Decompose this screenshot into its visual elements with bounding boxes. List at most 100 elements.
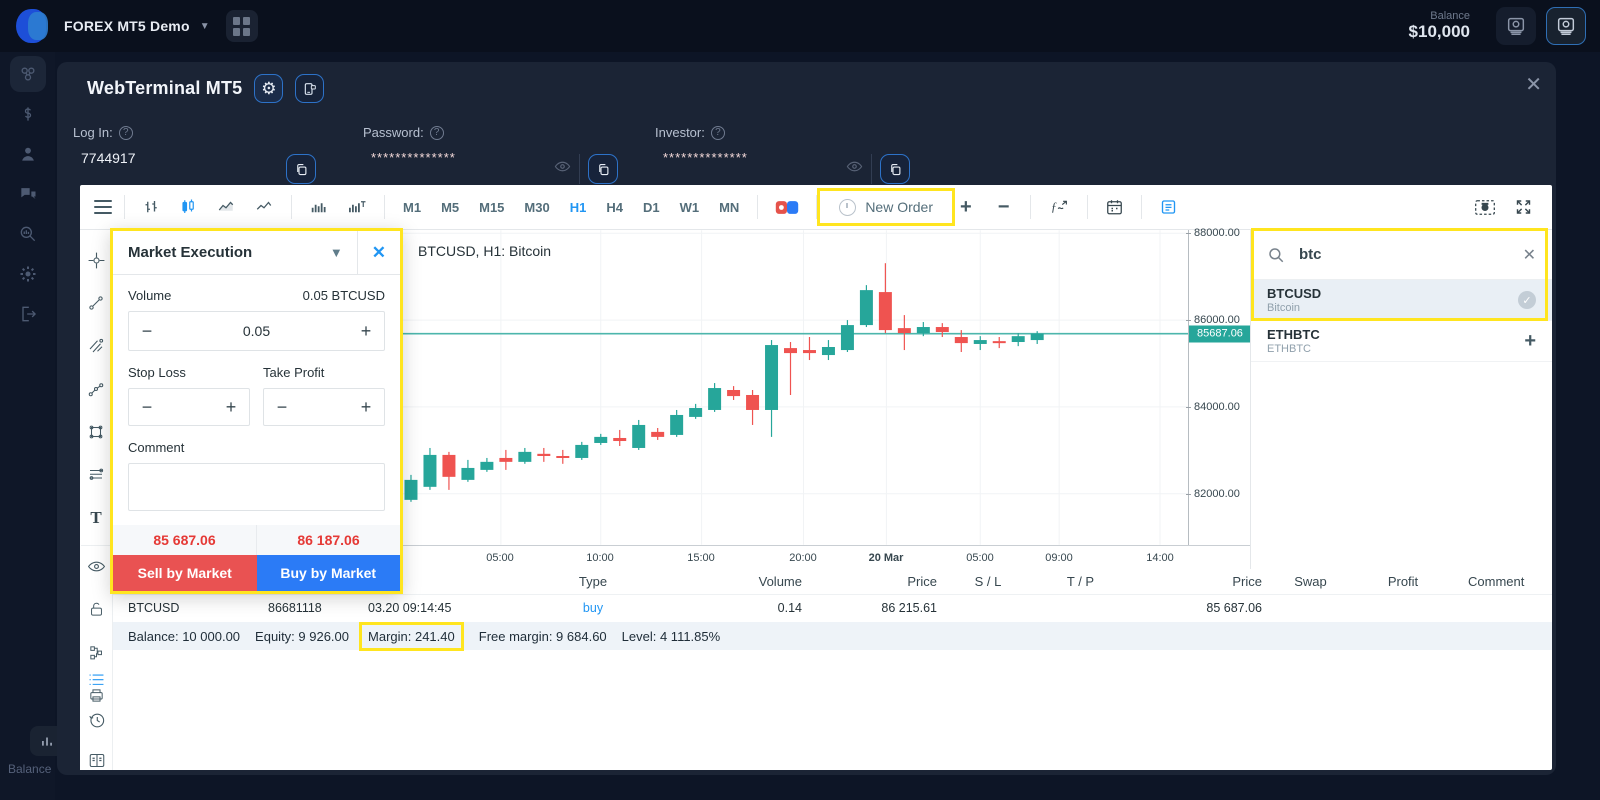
chart-type-line-button[interactable]: [245, 185, 283, 229]
help-icon[interactable]: ?: [711, 126, 725, 140]
chart-type-candles-button[interactable]: [170, 185, 207, 229]
indicators-button[interactable]: ƒ: [1039, 185, 1079, 229]
one-click-trading-button[interactable]: [766, 185, 808, 229]
price-axis[interactable]: 88000.0086000.0084000.0082000.0085687.06: [1188, 230, 1250, 545]
deposit-button[interactable]: [1496, 7, 1536, 45]
column-header-profit[interactable]: Profit: [1353, 574, 1453, 589]
column-header-comment[interactable]: Comment: [1453, 574, 1543, 589]
sidebar-item-analytics[interactable]: [10, 216, 46, 252]
chart-type-area-button[interactable]: [207, 185, 245, 229]
comment-input[interactable]: [128, 463, 385, 511]
timeframe-M5[interactable]: M5: [431, 200, 469, 215]
watchlist-item-BTCUSD[interactable]: BTCUSDBitcoin✓: [1251, 280, 1552, 321]
column-header-price[interactable]: Price: [1128, 574, 1268, 589]
account-dropdown-caret-icon[interactable]: ▼: [200, 21, 210, 32]
volume-plus-button[interactable]: +: [348, 321, 384, 342]
password-input[interactable]: **************: [361, 150, 546, 188]
timeframe-M1[interactable]: M1: [393, 200, 431, 215]
current-price-tag: 85687.06: [1189, 325, 1251, 342]
clear-search-icon[interactable]: ✕: [1523, 245, 1536, 265]
column-header-tp[interactable]: T / P: [1033, 574, 1128, 589]
timeframe-M30[interactable]: M30: [514, 200, 559, 215]
login-input[interactable]: 7744917: [71, 150, 286, 188]
timeframe-H1[interactable]: H1: [560, 200, 597, 215]
timeframe-D1[interactable]: D1: [633, 200, 670, 215]
polyline-tool[interactable]: [83, 376, 109, 402]
timeframe-W1[interactable]: W1: [670, 200, 710, 215]
new-order-button[interactable]: New Order: [825, 185, 947, 229]
search-input[interactable]: btc: [1299, 246, 1523, 263]
fullscreen-button[interactable]: [1505, 185, 1542, 229]
sidebar-item-trading[interactable]: [10, 56, 46, 92]
volume-value[interactable]: 0.05: [243, 323, 270, 339]
candlestick-chart[interactable]: [400, 230, 1188, 545]
chart-type-bars-button[interactable]: [133, 185, 170, 229]
lock-tool[interactable]: [83, 596, 109, 622]
copy-password-button[interactable]: [588, 154, 618, 184]
copy-investor-button[interactable]: [880, 154, 910, 184]
volume-minus-button[interactable]: −: [129, 321, 165, 342]
axis-corner: [1188, 545, 1250, 569]
close-dialog-icon[interactable]: ✕: [357, 231, 386, 275]
password-field-group: Password:? **************: [361, 117, 643, 188]
add-symbol-icon[interactable]: +: [1524, 330, 1536, 353]
visibility-tool[interactable]: [81, 545, 111, 579]
volumes-button[interactable]: [300, 185, 337, 229]
sidebar-item-finance[interactable]: [10, 96, 46, 132]
tp-plus-button[interactable]: +: [348, 397, 384, 418]
investor-input[interactable]: **************: [653, 150, 838, 188]
column-header-type[interactable]: Type: [513, 574, 673, 589]
zoom-in-button[interactable]: +: [947, 196, 985, 219]
shapes-tool[interactable]: [83, 419, 109, 445]
help-icon[interactable]: ?: [430, 126, 444, 140]
journal-tab[interactable]: [84, 747, 110, 773]
balance-block: Balance $10,000: [1409, 10, 1470, 42]
help-icon[interactable]: ?: [119, 126, 133, 140]
channel-tool[interactable]: [83, 333, 109, 359]
show-investor-icon[interactable]: [846, 158, 863, 180]
trendline-tool[interactable]: [83, 290, 109, 316]
copy-login-button[interactable]: [286, 154, 316, 184]
tp-minus-button[interactable]: −: [264, 397, 300, 418]
zoom-out-button[interactable]: −: [985, 196, 1023, 219]
history-tab[interactable]: [84, 707, 110, 733]
symbol-search[interactable]: btc ✕: [1251, 230, 1552, 280]
timeframe-MN[interactable]: MN: [709, 200, 749, 215]
news-button[interactable]: [1150, 185, 1187, 229]
screenshot-button[interactable]: [1465, 185, 1505, 229]
menu-button[interactable]: [94, 197, 112, 218]
column-header-swap[interactable]: Swap: [1268, 574, 1353, 589]
sl-plus-button[interactable]: +: [213, 397, 249, 418]
order-type-select[interactable]: Market Execution: [128, 244, 330, 261]
watchlist-item-ETHBTC[interactable]: ETHBTCETHBTC+: [1251, 321, 1552, 362]
price-tick: 88000.00: [1194, 227, 1240, 239]
column-header-volume[interactable]: Volume: [673, 574, 808, 589]
withdraw-button[interactable]: [1546, 7, 1586, 45]
calendar-button[interactable]: [1096, 185, 1133, 229]
sl-minus-button[interactable]: −: [129, 397, 165, 418]
sidebar-item-logout[interactable]: [10, 296, 46, 332]
terminal-settings-button[interactable]: ⚙: [254, 74, 283, 103]
sidebar-item-profile[interactable]: [10, 136, 46, 172]
position-cell: buy: [513, 601, 673, 615]
column-header-sl[interactable]: S / L: [943, 574, 1033, 589]
sell-by-market-button[interactable]: Sell by Market: [113, 555, 257, 591]
sidebar-item-settings[interactable]: [10, 256, 46, 292]
time-axis[interactable]: 05:0010:0015:0020:0020 Mar05:0009:0014:0…: [400, 545, 1188, 569]
text-tool[interactable]: T: [83, 505, 109, 531]
open-on-device-button[interactable]: [295, 74, 324, 103]
modal-close-icon[interactable]: ✕: [1525, 72, 1542, 97]
sidebar-item-support-chat[interactable]: [10, 176, 46, 212]
tick-volumes-button[interactable]: [337, 185, 376, 229]
timeframe-M15[interactable]: M15: [469, 200, 514, 215]
timeframe-H4[interactable]: H4: [596, 200, 633, 215]
fibonacci-tool[interactable]: [83, 462, 109, 488]
buy-by-market-button[interactable]: Buy by Market: [257, 555, 401, 591]
show-password-icon[interactable]: [554, 158, 571, 180]
apps-grid-button[interactable]: [226, 10, 258, 42]
position-row[interactable]: BTCUSD8668111803.20 09:14:45buy0.1486 21…: [113, 595, 1552, 621]
column-header-price[interactable]: Price: [808, 574, 943, 589]
crosshair-tool[interactable]: [83, 247, 109, 273]
trade-tab[interactable]: [84, 667, 110, 693]
chevron-down-icon[interactable]: ▼: [330, 245, 343, 260]
